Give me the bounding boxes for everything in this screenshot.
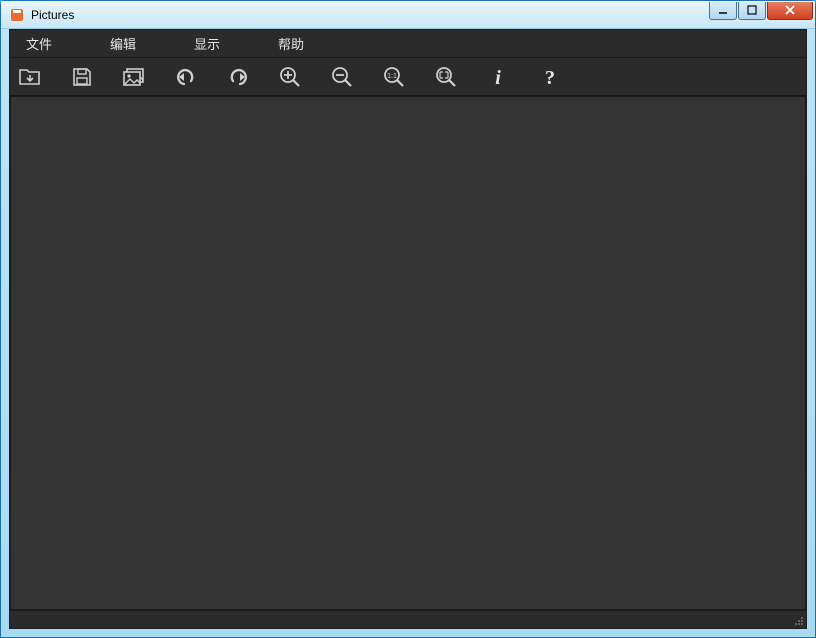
redo-button[interactable] [224, 63, 252, 91]
app-window: Pictures 文件 编辑 显示 帮助 [0, 0, 816, 638]
menu-view[interactable]: 显示 [184, 30, 230, 57]
zoom-in-button[interactable] [276, 63, 304, 91]
save-button[interactable] [68, 63, 96, 91]
window-controls [708, 2, 813, 22]
redo-icon [227, 67, 249, 87]
help-button[interactable]: ? [536, 63, 564, 91]
help-icon: ? [540, 66, 560, 88]
undo-button[interactable] [172, 63, 200, 91]
zoom-out-icon [331, 66, 353, 88]
close-button[interactable] [767, 2, 813, 20]
menubar: 文件 编辑 显示 帮助 [10, 30, 806, 58]
image-icon [123, 67, 145, 87]
open-button[interactable] [16, 63, 44, 91]
zoom-1to1-button[interactable]: 1:1 [380, 63, 408, 91]
undo-icon [175, 67, 197, 87]
open-folder-icon [19, 67, 41, 87]
zoom-out-button[interactable] [328, 63, 356, 91]
zoom-fit-icon [435, 66, 457, 88]
svg-text:?: ? [545, 67, 555, 88]
menu-help[interactable]: 帮助 [268, 30, 314, 57]
info-button[interactable]: i [484, 63, 512, 91]
image-button[interactable] [120, 63, 148, 91]
toolbar: 1:1 i ? [10, 58, 806, 96]
titlebar[interactable]: Pictures [1, 1, 815, 29]
app-icon [9, 7, 25, 23]
svg-text:i: i [495, 67, 501, 88]
save-icon [72, 67, 92, 87]
image-canvas[interactable] [10, 96, 806, 610]
menu-edit[interactable]: 编辑 [100, 30, 146, 57]
menu-file[interactable]: 文件 [16, 30, 62, 57]
maximize-button[interactable] [738, 2, 766, 20]
zoom-1to1-icon: 1:1 [383, 66, 405, 88]
client-area: 文件 编辑 显示 帮助 [9, 29, 807, 629]
info-icon: i [488, 66, 508, 88]
minimize-button[interactable] [709, 2, 737, 20]
zoom-fit-button[interactable] [432, 63, 460, 91]
statusbar [10, 610, 806, 628]
zoom-in-icon [279, 66, 301, 88]
window-title: Pictures [31, 8, 708, 22]
resize-grip-icon[interactable] [792, 614, 804, 626]
svg-text:1:1: 1:1 [387, 73, 397, 80]
